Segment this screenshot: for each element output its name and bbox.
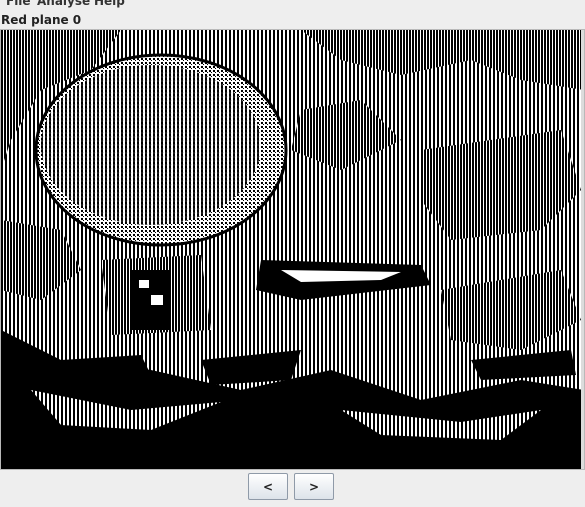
- menu-file[interactable]: File: [6, 0, 31, 8]
- bit-plane-image: [0, 29, 585, 470]
- plane-title: Red plane 0: [1, 13, 82, 27]
- menu-bar: File Analyse Help: [0, 0, 585, 11]
- menu-help[interactable]: Help: [94, 0, 125, 8]
- previous-plane-button[interactable]: <: [248, 473, 288, 500]
- next-plane-button[interactable]: >: [294, 473, 334, 500]
- image-scroll-edge: [581, 30, 584, 469]
- menu-analyse[interactable]: Analyse: [37, 0, 90, 8]
- bit-plane-render: [1, 30, 584, 469]
